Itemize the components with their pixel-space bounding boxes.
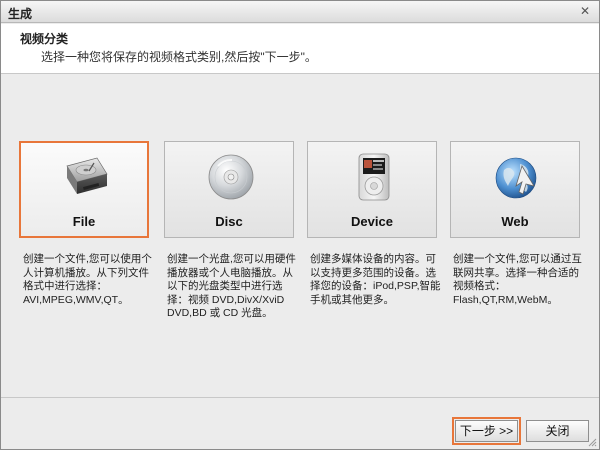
close-icon[interactable]: ✕ bbox=[577, 4, 593, 20]
category-description-device: 创建多媒体设备的内容。可以支持更多范围的设备。选择您的设备：iPod,PSP,智… bbox=[310, 253, 441, 306]
category-description-file: 创建一个文件,您可以使用个人计算机播放。从下列文件格式中进行选择：AVI,MPE… bbox=[23, 253, 152, 306]
category-label-disc: Disc bbox=[215, 214, 243, 229]
step-header: 视频分类 选择一种您将保存的视频格式类别,然后按"下一步"。 bbox=[1, 24, 599, 74]
generate-dialog: 生成 ✕ 视频分类 选择一种您将保存的视频格式类别,然后按"下一步"。 File… bbox=[0, 0, 600, 450]
title-bar[interactable]: 生成 ✕ bbox=[1, 1, 599, 23]
category-description-web: 创建一个文件,您可以通过互联网共享。选择一种合适的视频格式：Flash,QT,R… bbox=[453, 253, 582, 306]
globe-icon bbox=[495, 157, 537, 199]
step-instructions: 选择一种您将保存的视频格式类别,然后按"下一步"。 bbox=[41, 50, 317, 64]
category-card-web[interactable]: Web bbox=[450, 141, 580, 238]
optical-disc-icon bbox=[208, 154, 254, 200]
category-description-disc: 创建一个光盘,您可以用硬件播放器或个人电脑播放。从以下的光盘类型中进行选择：视频… bbox=[167, 253, 296, 319]
window-title: 生成 bbox=[8, 7, 33, 21]
category-card-file[interactable]: File bbox=[19, 141, 149, 238]
category-label-device: Device bbox=[351, 214, 393, 229]
media-player-icon bbox=[358, 153, 390, 201]
category-card-disc[interactable]: Disc bbox=[164, 141, 294, 238]
next-button[interactable]: 下一步 >> bbox=[452, 417, 521, 445]
resize-grip-icon[interactable] bbox=[587, 437, 597, 447]
dialog-footer: 下一步 >> 关闭 bbox=[1, 397, 599, 449]
category-label-web: Web bbox=[501, 214, 529, 229]
hard-drive-icon bbox=[66, 157, 108, 194]
close-button[interactable]: 关闭 bbox=[526, 420, 589, 442]
category-label-file: File bbox=[72, 214, 96, 229]
step-title: 视频分类 bbox=[20, 32, 69, 46]
category-panel: File Disc Device Web 创建一个文件,您可以使用个人计算机播放… bbox=[1, 75, 599, 397]
category-card-device[interactable]: Device bbox=[307, 141, 437, 238]
